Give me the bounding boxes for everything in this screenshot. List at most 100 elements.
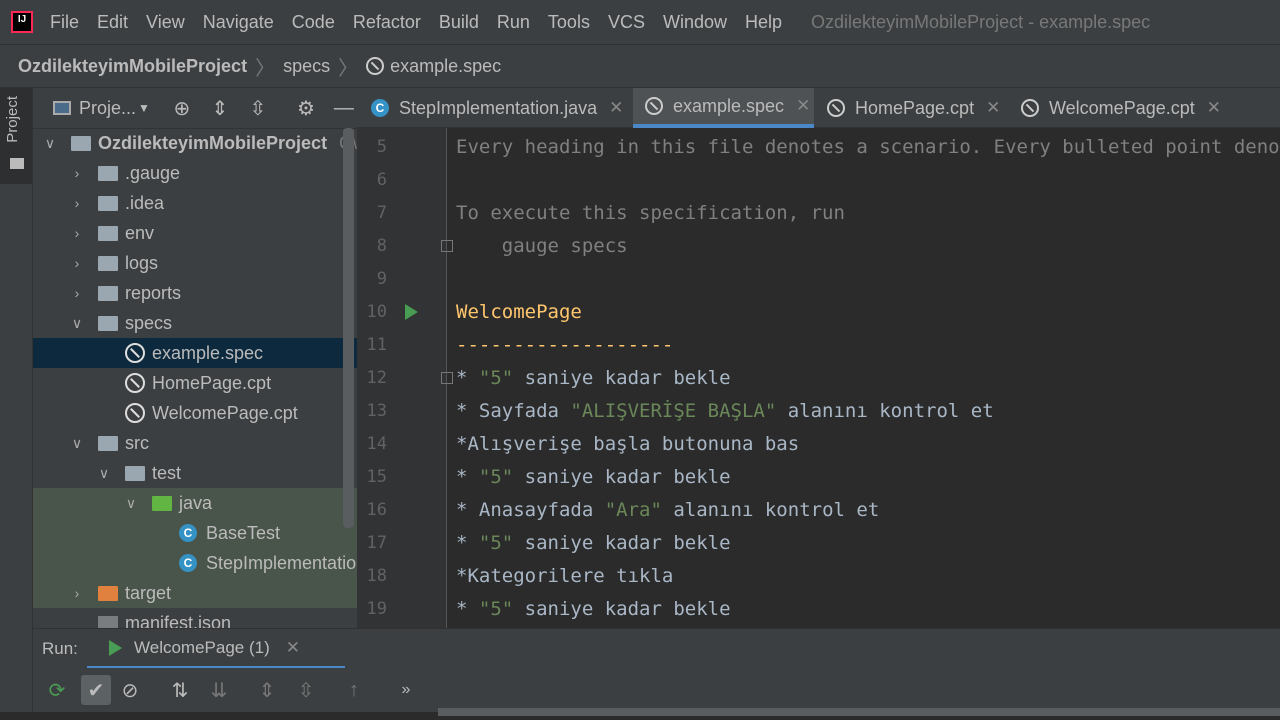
tab-stepimplementation[interactable]: C StepImplementation.java ✕	[371, 88, 633, 128]
tree-item-test[interactable]: ∨ test	[33, 458, 357, 488]
show-passed-icon[interactable]: ✔	[81, 675, 111, 705]
tree-item-label: logs	[125, 252, 159, 273]
tab-example-spec[interactable]: example.spec ✕	[633, 88, 814, 128]
close-icon[interactable]: ✕	[796, 96, 810, 116]
tree-item-example-spec[interactable]: example.spec	[33, 338, 357, 368]
menu-tools[interactable]: Tools	[548, 12, 590, 33]
chevron-down-icon[interactable]: ∨	[70, 315, 84, 332]
tree-item-manifest[interactable]: manifest.json	[33, 608, 357, 628]
tree-item-reports[interactable]: › reports	[33, 278, 357, 308]
tab-homepage-cpt[interactable]: HomePage.cpt ✕	[827, 88, 1007, 128]
close-icon[interactable]: ✕	[609, 98, 623, 118]
project-panel-scrollbar[interactable]	[343, 128, 354, 528]
tree-item-target[interactable]: › target	[33, 578, 357, 608]
previous-failed-icon[interactable]: ↑	[339, 675, 369, 705]
breadcrumb-project[interactable]: OzdilekteyimMobileProject	[18, 56, 247, 77]
rerun-icon[interactable]: ⟳	[42, 675, 72, 705]
show-ignored-icon[interactable]: ⊘	[115, 675, 145, 705]
close-icon[interactable]: ✕	[1207, 98, 1221, 118]
code-line[interactable]: 11 -------------------	[357, 328, 1280, 361]
code-line[interactable]: 10 WelcomePage	[357, 295, 1280, 328]
chevron-right-icon[interactable]: ›	[70, 285, 84, 301]
code-line[interactable]: 18 *Kategorilere tıkla	[357, 559, 1280, 592]
folder-icon	[98, 255, 118, 271]
hide-panel-icon[interactable]: —	[334, 97, 354, 120]
menu-build[interactable]: Build	[439, 12, 479, 33]
menu-window[interactable]: Window	[663, 12, 727, 33]
code-line[interactable]: 12 * "5" saniye kadar bekle	[357, 361, 1280, 394]
chevron-down-icon[interactable]: ∨	[70, 435, 84, 452]
chevron-right-icon[interactable]: ›	[70, 165, 84, 181]
breadcrumb-file[interactable]: example.spec	[390, 56, 501, 77]
tree-item-specs[interactable]: ∨ specs	[33, 308, 357, 338]
close-icon[interactable]: ✕	[986, 98, 1000, 118]
code-token: saniye kadar bekle	[513, 366, 731, 389]
code-line[interactable]: 5 Every heading in this file denotes a sc…	[357, 130, 1280, 163]
chevron-right-icon[interactable]: ›	[70, 195, 84, 211]
tree-item-welcomepage-cpt[interactable]: WelcomePage.cpt	[33, 398, 357, 428]
code-line[interactable]: 19 * "5" saniye kadar bekle	[357, 592, 1280, 625]
code-line[interactable]: 16 * Anasayfada "Ara" alanını kontrol et	[357, 493, 1280, 526]
code-line[interactable]: 17 * "5" saniye kadar bekle	[357, 526, 1280, 559]
chevron-down-icon[interactable]: ∨	[97, 465, 111, 482]
collapse-all-icon[interactable]: ⇳	[248, 96, 268, 121]
tree-item-src[interactable]: ∨ src	[33, 428, 357, 458]
code-line[interactable]: 15 * "5" saniye kadar bekle	[357, 460, 1280, 493]
menu-run[interactable]: Run	[497, 12, 530, 33]
expand-all-icon[interactable]: ⇕	[210, 96, 230, 121]
more-actions-icon[interactable]: »	[391, 675, 421, 705]
code-line[interactable]: 14 *Alışverişe başla butonuna bas	[357, 427, 1280, 460]
expand-all-icon[interactable]: ⇕	[252, 675, 282, 705]
code-token: alanını kontrol et	[661, 498, 880, 521]
chevron-right-icon[interactable]: ›	[70, 225, 84, 241]
collapse-all-icon[interactable]: ⇳	[291, 675, 321, 705]
menu-vcs[interactable]: VCS	[608, 12, 645, 33]
fold-marker-icon[interactable]	[441, 239, 453, 252]
tree-item-homepage-cpt[interactable]: HomePage.cpt	[33, 368, 357, 398]
breadcrumb-folder[interactable]: specs	[283, 56, 330, 77]
project-tool-tab[interactable]: Project	[0, 88, 32, 184]
code-line[interactable]: 13 * Sayfada "ALIŞVERİŞE BAŞLA" alanını k…	[357, 394, 1280, 427]
tree-item-stepimplementation[interactable]: C StepImplementation	[33, 548, 357, 578]
menu-navigate[interactable]: Navigate	[203, 12, 274, 33]
menu-file[interactable]: File	[50, 12, 79, 33]
code-editor[interactable]: 5 Every heading in this file denotes a sc…	[357, 128, 1280, 628]
code-token: gauge specs	[456, 234, 628, 257]
json-file-icon	[98, 615, 118, 628]
project-view-selector[interactable]: Proje... ▼	[53, 98, 150, 119]
tree-item-idea[interactable]: › .idea	[33, 188, 357, 218]
fold-marker-icon[interactable]	[441, 371, 453, 384]
tree-item-basetest[interactable]: C BaseTest	[33, 518, 357, 548]
menu-view[interactable]: View	[146, 12, 185, 33]
menu-code[interactable]: Code	[292, 12, 335, 33]
tab-welcomepage-cpt[interactable]: WelcomePage.cpt ✕	[1021, 88, 1221, 128]
chevron-right-icon[interactable]: ›	[70, 255, 84, 271]
menu-help[interactable]: Help	[745, 12, 782, 33]
chevron-down-icon[interactable]: ∨	[43, 135, 57, 152]
run-output-scrollbar[interactable]	[438, 708, 1280, 716]
tab-label: HomePage.cpt	[855, 97, 975, 118]
tree-item-env[interactable]: › env	[33, 218, 357, 248]
code-line[interactable]: 7 To execute this specification, run	[357, 196, 1280, 229]
menu-edit[interactable]: Edit	[97, 12, 128, 33]
chevron-right-icon[interactable]: ›	[70, 585, 84, 601]
tree-item-java[interactable]: ∨ java	[33, 488, 357, 518]
sort-alphabetically-icon[interactable]: ⇅	[165, 675, 195, 705]
run-scenario-icon[interactable]	[405, 303, 418, 320]
locate-file-icon[interactable]: ⊕	[172, 96, 192, 121]
chevron-down-icon[interactable]: ∨	[124, 495, 138, 512]
tree-item-logs[interactable]: › logs	[33, 248, 357, 278]
code-line[interactable]: 8 gauge specs	[357, 229, 1280, 262]
code-line[interactable]: 9	[357, 262, 1280, 295]
run-tab-welcomepage[interactable]: WelcomePage (1) ✕	[87, 629, 345, 669]
tree-item-gauge[interactable]: › .gauge	[33, 158, 357, 188]
close-icon[interactable]: ✕	[286, 638, 300, 658]
tree-item-project-root[interactable]: ∨ OzdilekteyimMobileProject C\	[33, 128, 357, 158]
tree-item-label: reports	[125, 282, 182, 303]
code-token: WelcomePage	[456, 300, 582, 323]
menu-refactor[interactable]: Refactor	[353, 12, 421, 33]
folder-icon	[98, 435, 118, 451]
code-line[interactable]: 6	[357, 163, 1280, 196]
settings-gear-icon[interactable]: ⚙	[296, 96, 316, 121]
sort-by-duration-icon[interactable]: ⇊	[204, 675, 234, 705]
